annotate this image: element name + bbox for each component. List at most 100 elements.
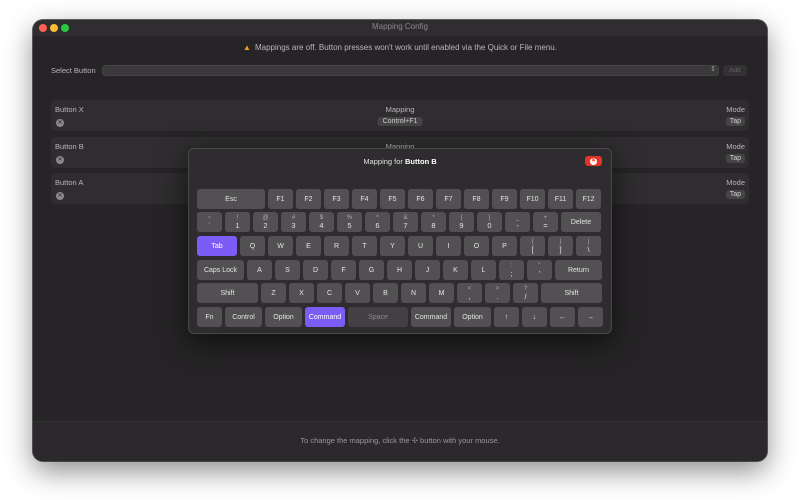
key-shift-symbol: @ — [262, 214, 269, 221]
key-sym4-10[interactable]: ? / — [513, 283, 538, 303]
key-q[interactable]: Q — [240, 236, 265, 256]
mapping-value-button[interactable]: Control+F1 — [377, 117, 423, 126]
key-c[interactable]: C — [317, 283, 342, 303]
key-f4[interactable]: F4 — [352, 189, 377, 209]
key-f6[interactable]: F6 — [408, 189, 433, 209]
key-3[interactable]: #3 — [281, 212, 306, 232]
key-i[interactable]: I — [436, 236, 461, 256]
key-d[interactable]: D — [303, 260, 328, 280]
key-shift-symbol: " — [538, 262, 541, 269]
key-z[interactable]: Z — [261, 283, 286, 303]
key-f9[interactable]: F9 — [492, 189, 517, 209]
key-e[interactable]: E — [296, 236, 321, 256]
key-sym5-9[interactable]: ← — [550, 307, 575, 327]
key-f[interactable]: F — [331, 260, 356, 280]
remove-mapping-button[interactable]: ✕ — [56, 119, 64, 127]
mode-column-label: Mode — [726, 178, 745, 187]
key-sym4-8[interactable]: <, — [457, 283, 482, 303]
key-y[interactable]: Y — [380, 236, 405, 256]
remove-mapping-button[interactable]: ✕ — [56, 156, 64, 164]
mappings-off-warning: ▲ Mappings are off. Button presses won't … — [33, 43, 767, 52]
key-9[interactable]: (9 — [449, 212, 474, 232]
key-4[interactable]: $4 — [309, 212, 334, 232]
key-option[interactable]: Option — [265, 307, 302, 327]
key-1[interactable]: ! 1 — [225, 212, 250, 232]
key-sym3-10[interactable]: :; — [499, 260, 524, 280]
mode-select[interactable]: Tap — [725, 117, 745, 126]
key-symbol: \ — [587, 244, 590, 254]
key-p[interactable]: P — [492, 236, 517, 256]
key-sym5-7[interactable]: ↑ — [494, 307, 519, 327]
key-a[interactable]: A — [247, 260, 272, 280]
key-6[interactable]: ^ 6 — [365, 212, 390, 232]
key-f2[interactable]: F2 — [296, 189, 321, 209]
key-command[interactable]: Command — [305, 307, 345, 327]
key-sym3-11[interactable]: " ' — [527, 260, 552, 280]
key-7[interactable]: & 7 — [393, 212, 418, 232]
key-return[interactable]: Return — [555, 260, 602, 280]
key-5[interactable]: % 5 — [337, 212, 362, 232]
key-v[interactable]: V — [345, 283, 370, 303]
key-symbol: 7 — [403, 220, 408, 230]
select-button-dropdown[interactable]: ⇕ — [102, 65, 719, 76]
key-option[interactable]: Option — [454, 307, 491, 327]
key-sym1-12[interactable]: + = — [533, 212, 558, 232]
key-f5[interactable]: F5 — [380, 189, 405, 209]
key-f11[interactable]: F11 — [548, 189, 573, 209]
key-2[interactable]: @2 — [253, 212, 278, 232]
chevron-updown-icon: ⇕ — [710, 66, 716, 73]
key-delete[interactable]: Delete — [561, 212, 601, 232]
mode-select[interactable]: Tap — [725, 154, 745, 163]
footer-hint-after: button with your mouse. — [420, 436, 500, 445]
key-sym2-12[interactable]: }] — [548, 236, 573, 256]
key-shift-symbol: ) — [488, 214, 491, 221]
key-j[interactable]: J — [415, 260, 440, 280]
key-g[interactable]: G — [359, 260, 384, 280]
key-shift-symbol: ? — [523, 285, 528, 292]
key-m[interactable]: M — [429, 283, 454, 303]
key-h[interactable]: H — [387, 260, 412, 280]
key-f8[interactable]: F8 — [464, 189, 489, 209]
key-w[interactable]: W — [268, 236, 293, 256]
key-o[interactable]: O — [464, 236, 489, 256]
key-space[interactable]: Space — [348, 307, 408, 327]
key-shift[interactable]: Shift — [197, 283, 258, 303]
key-0[interactable]: ) 0 — [477, 212, 502, 232]
key-command[interactable]: Command — [411, 307, 451, 327]
key-f1[interactable]: F1 — [268, 189, 293, 209]
key-sym1-0[interactable]: ~ ` — [197, 212, 222, 232]
key-capslock[interactable]: Caps Lock — [197, 260, 244, 280]
key-sym2-13[interactable]: | \ — [576, 236, 601, 256]
key-esc[interactable]: Esc — [197, 189, 265, 209]
key-t[interactable]: T — [352, 236, 377, 256]
key-r[interactable]: R — [324, 236, 349, 256]
key-control[interactable]: Control — [225, 307, 262, 327]
footer-hint: To change the mapping, click the ✣ butto… — [33, 436, 767, 445]
dialog-close-button[interactable]: ✕ — [585, 156, 602, 166]
key-s[interactable]: S — [275, 260, 300, 280]
remove-mapping-button[interactable]: ✕ — [56, 192, 64, 200]
key-l[interactable]: L — [471, 260, 496, 280]
key-x[interactable]: X — [289, 283, 314, 303]
key-f12[interactable]: F12 — [576, 189, 601, 209]
key-sym4-9[interactable]: >. — [485, 283, 510, 303]
key-sym1-11[interactable]: _ - — [505, 212, 530, 232]
add-button[interactable]: Add — [723, 65, 747, 76]
key-f7[interactable]: F7 — [436, 189, 461, 209]
key-sym5-8[interactable]: ↓ — [522, 307, 547, 327]
key-u[interactable]: U — [408, 236, 433, 256]
mode-select[interactable]: Tap — [725, 190, 745, 199]
key-sym5-10[interactable]: → — [578, 307, 603, 327]
key-fn[interactable]: Fn — [197, 307, 222, 327]
key-sym2-11[interactable]: {[ — [520, 236, 545, 256]
key-f3[interactable]: F3 — [324, 189, 349, 209]
key-k[interactable]: K — [443, 260, 468, 280]
mode-column-label: Mode — [726, 142, 745, 151]
key-shift[interactable]: Shift — [541, 283, 602, 303]
key-n[interactable]: N — [401, 283, 426, 303]
key-f10[interactable]: F10 — [520, 189, 545, 209]
key-8[interactable]: * 8 — [421, 212, 446, 232]
key-tab[interactable]: Tab — [197, 236, 237, 256]
key-b[interactable]: B — [373, 283, 398, 303]
key-symbol: 4 — [319, 220, 324, 230]
